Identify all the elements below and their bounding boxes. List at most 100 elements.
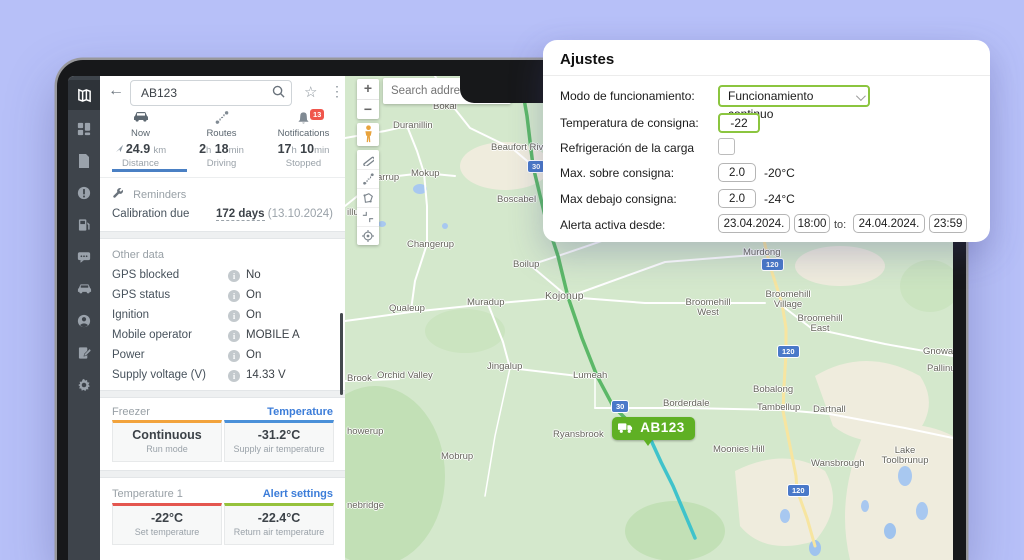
map-label: Pallinup bbox=[927, 363, 953, 374]
favorite-star-icon[interactable]: ☆ bbox=[304, 83, 317, 101]
map-label: Boscabel bbox=[497, 194, 536, 205]
reminders-header: Reminders bbox=[112, 186, 186, 201]
calibration-value: 172 days (13.10.2024) bbox=[216, 208, 333, 220]
nav-rail bbox=[68, 76, 100, 560]
info-icon[interactable]: i bbox=[228, 270, 240, 282]
rail-item-fuel[interactable] bbox=[68, 210, 100, 240]
set-temperature-input[interactable]: -22 bbox=[718, 113, 760, 133]
info-icon[interactable]: i bbox=[228, 330, 240, 342]
alert-settings-link[interactable]: Alert settings bbox=[263, 488, 333, 500]
map-label: howerup bbox=[347, 426, 383, 437]
map-label: Lumeah bbox=[573, 370, 607, 381]
stat-stopped: 17h 10min Stopped bbox=[263, 142, 344, 169]
sidebar-scrollbar[interactable] bbox=[340, 313, 343, 395]
pegman-button[interactable] bbox=[357, 123, 379, 146]
dashboard-icon bbox=[77, 122, 91, 136]
cargo-cooling-label: Refrigeración de la carga bbox=[560, 141, 694, 155]
max-above-input[interactable]: 2.0 bbox=[718, 163, 756, 182]
temperature1-header: Temperature 1 bbox=[112, 488, 183, 500]
panel-title: Ajustes bbox=[560, 51, 614, 68]
set-temperature-label: Temperatura de consigna: bbox=[560, 116, 699, 130]
max-below-label: Max debajo consigna: bbox=[560, 192, 677, 206]
temperature-link[interactable]: Temperature bbox=[267, 406, 333, 418]
rail-item-settings[interactable] bbox=[68, 370, 100, 400]
rail-item-alerts[interactable] bbox=[68, 178, 100, 208]
vehicle-sidebar: ← ☆ ⋮ Now Routes bbox=[100, 76, 345, 560]
fuel-pump-icon bbox=[78, 218, 91, 232]
freezer-header: Freezer bbox=[112, 406, 150, 418]
row-gps-status: GPS statusiOn bbox=[100, 289, 345, 309]
info-icon[interactable]: i bbox=[228, 290, 240, 302]
user-icon bbox=[77, 314, 91, 328]
map-label: Borderdale bbox=[663, 398, 709, 409]
notification-badge: 13 bbox=[310, 109, 324, 120]
row-supply-voltage: Supply voltage (V)i14.33 V bbox=[100, 369, 345, 389]
vehicle-marker-label: AB123 bbox=[640, 420, 685, 435]
map-logo-icon bbox=[77, 88, 92, 103]
map-label: Mobrup bbox=[441, 451, 473, 462]
tab-routes[interactable]: Routes bbox=[181, 110, 262, 141]
max-below-input[interactable]: 2.0 bbox=[718, 189, 756, 208]
map-label: Broomehill East bbox=[787, 314, 853, 335]
vehicle-search-input[interactable] bbox=[130, 80, 292, 106]
vehicle-marker[interactable]: AB123 bbox=[612, 417, 695, 440]
vehicle-marker-pointer bbox=[643, 439, 653, 446]
map-label: Bobalong bbox=[753, 384, 793, 395]
document-icon bbox=[78, 154, 90, 168]
map-label: Qualeup bbox=[389, 303, 425, 314]
map-label: Changerup bbox=[407, 239, 454, 250]
alert-time-from-input[interactable]: 18:00 bbox=[794, 214, 830, 233]
map-label: Jingalup bbox=[487, 361, 522, 372]
map-label: Boilup bbox=[513, 259, 539, 270]
map-label: Mokup bbox=[411, 168, 440, 179]
locate-tool-button[interactable] bbox=[357, 226, 379, 245]
row-mobile-operator: Mobile operatoriMOBILE A bbox=[100, 329, 345, 349]
stat-distance: 24.9 km Distance bbox=[100, 142, 181, 169]
cargo-cooling-checkbox[interactable] bbox=[718, 138, 735, 155]
route-tool-button[interactable] bbox=[357, 169, 379, 188]
measure-tool-button[interactable] bbox=[357, 150, 379, 169]
zoom-out-button[interactable]: − bbox=[357, 99, 379, 119]
rail-item-tasks[interactable] bbox=[68, 338, 100, 368]
info-icon[interactable]: i bbox=[228, 310, 240, 322]
map-label: Wansbrough bbox=[811, 458, 865, 469]
rail-item-dashboard[interactable] bbox=[68, 114, 100, 144]
operating-mode-label: Modo de funcionamiento: bbox=[560, 89, 695, 103]
route-shield: 30 bbox=[611, 400, 629, 413]
alert-time-to-input[interactable]: 23:59 bbox=[929, 214, 967, 233]
stat-driving: 2h 18min Driving bbox=[181, 142, 262, 169]
alert-active-label: Alerta activa desde: bbox=[560, 218, 665, 232]
map-label: nebridge bbox=[347, 500, 384, 511]
kebab-menu-icon[interactable]: ⋮ bbox=[330, 83, 344, 100]
alert-date-from-input[interactable]: 23.04.2024. bbox=[718, 214, 790, 233]
car-icon bbox=[77, 283, 92, 295]
max-above-result: -20°C bbox=[764, 166, 795, 180]
tab-notifications[interactable]: 13 Notifications bbox=[263, 110, 344, 141]
freezer-run-mode-card: Continuous Run mode bbox=[112, 420, 222, 462]
rail-item-messages[interactable] bbox=[68, 242, 100, 272]
zoom-in-button[interactable]: + bbox=[357, 79, 379, 99]
operating-mode-select[interactable]: Funcionamiento continuo bbox=[718, 85, 870, 107]
rail-item-vehicles[interactable] bbox=[68, 274, 100, 304]
info-icon[interactable]: i bbox=[228, 370, 240, 382]
route-shield: 120 bbox=[787, 484, 810, 497]
rail-item-map[interactable] bbox=[68, 80, 100, 110]
row-gps-blocked: GPS blockediNo bbox=[100, 269, 345, 289]
polygon-tool-button[interactable] bbox=[357, 188, 379, 207]
rail-item-documents[interactable] bbox=[68, 146, 100, 176]
search-icon bbox=[272, 85, 285, 101]
alert-circle-icon bbox=[77, 186, 91, 200]
sidebar-tabs: Now Routes 13 Notifications bbox=[100, 110, 345, 141]
max-above-label: Max. sobre consigna: bbox=[560, 166, 674, 180]
back-button[interactable]: ← bbox=[108, 82, 124, 100]
map-label: Kojonup bbox=[545, 290, 584, 302]
tab-now[interactable]: Now bbox=[100, 110, 181, 141]
info-icon[interactable]: i bbox=[228, 350, 240, 362]
collapse-tool-button[interactable] bbox=[357, 207, 379, 226]
map-label: Murdong bbox=[743, 247, 781, 258]
alert-date-to-input[interactable]: 24.04.2024. bbox=[853, 214, 925, 233]
chevron-down-icon bbox=[856, 91, 866, 101]
rail-item-drivers[interactable] bbox=[68, 306, 100, 336]
gear-icon bbox=[77, 378, 91, 392]
freezer-supply-temp-card: -31.2°C Supply air temperature bbox=[224, 420, 334, 462]
